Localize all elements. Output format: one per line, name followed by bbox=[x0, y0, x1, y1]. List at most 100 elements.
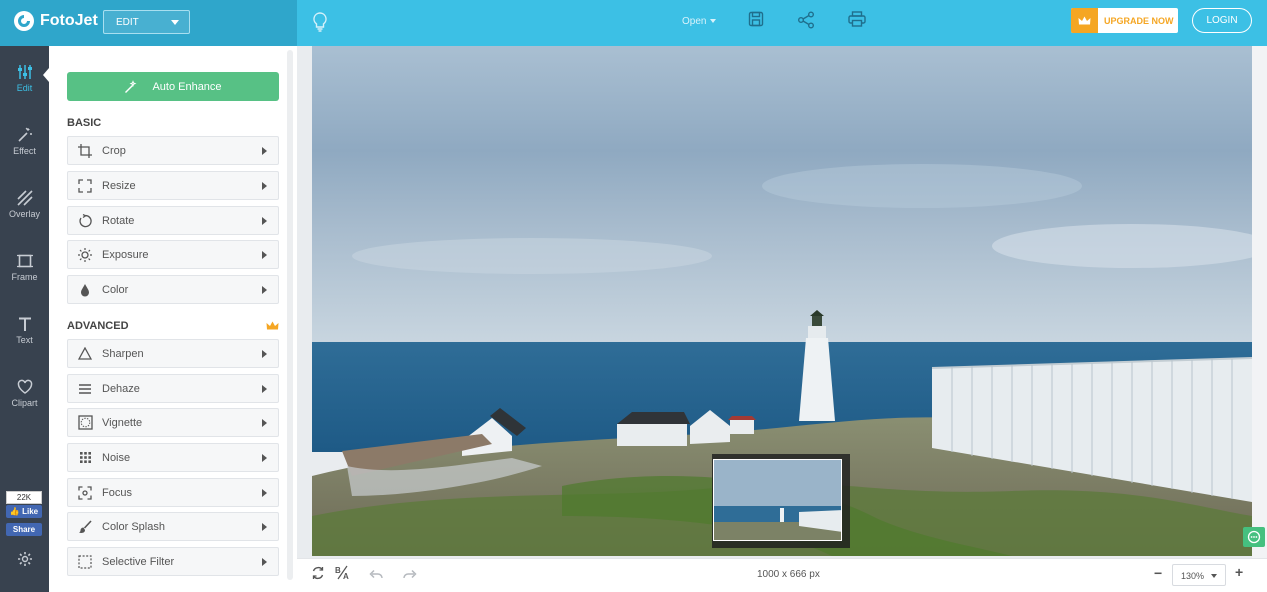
undo-icon[interactable] bbox=[368, 568, 384, 586]
chevron-down-icon bbox=[171, 20, 179, 25]
app-logo[interactable]: FotoJet bbox=[14, 11, 98, 31]
sidebar-item-overlay[interactable]: Overlay bbox=[0, 190, 49, 219]
reset-icon[interactable] bbox=[311, 566, 325, 585]
tool-dehaze[interactable]: Dehaze bbox=[67, 374, 279, 403]
logo-mark-icon bbox=[14, 11, 34, 31]
zoom-value: 130% bbox=[1181, 571, 1205, 581]
crop-icon bbox=[68, 143, 102, 158]
compare-icon[interactable]: BA bbox=[335, 565, 350, 585]
focus-icon bbox=[68, 485, 102, 500]
tool-label: Vignette bbox=[102, 416, 143, 429]
tool-resize[interactable]: Resize bbox=[67, 171, 279, 200]
basic-section-title: BASIC bbox=[67, 117, 102, 129]
chevron-right-icon bbox=[262, 522, 267, 531]
tool-label: Dehaze bbox=[102, 382, 140, 395]
mode-select-value: EDIT bbox=[116, 17, 139, 28]
chevron-down-icon bbox=[1211, 574, 1217, 578]
tool-label: Sharpen bbox=[102, 347, 144, 360]
sidebar-item-effect[interactable]: Effect bbox=[0, 127, 49, 156]
share-icon[interactable] bbox=[797, 11, 815, 34]
mode-select[interactable]: EDIT bbox=[103, 10, 190, 34]
chevron-right-icon bbox=[262, 285, 267, 294]
chevron-down-icon bbox=[710, 19, 717, 24]
sidebar-item-label: Clipart bbox=[11, 398, 38, 408]
zoom-out-button[interactable]: − bbox=[1154, 565, 1162, 581]
fb-like-count: 22K bbox=[6, 491, 42, 504]
sidebar-item-label: Text bbox=[16, 335, 33, 345]
sidebar-item-frame[interactable]: Frame bbox=[0, 253, 49, 282]
logo-text: FotoJet bbox=[40, 12, 98, 29]
tool-color-splash[interactable]: Color Splash bbox=[67, 512, 279, 541]
chevron-right-icon bbox=[262, 557, 267, 566]
zoom-select[interactable]: 130% bbox=[1172, 564, 1226, 586]
lines-icon bbox=[68, 383, 102, 395]
tool-vignette[interactable]: Vignette bbox=[67, 408, 279, 437]
tool-noise[interactable]: Noise bbox=[67, 443, 279, 472]
auto-enhance-button[interactable]: Auto Enhance bbox=[67, 72, 279, 101]
tool-color[interactable]: Color bbox=[67, 275, 279, 304]
tool-label: Color Splash bbox=[102, 520, 165, 533]
chat-icon[interactable] bbox=[1243, 527, 1265, 547]
zoom-in-button[interactable]: + bbox=[1235, 564, 1243, 580]
brush-icon bbox=[68, 519, 102, 534]
resize-icon bbox=[68, 178, 102, 193]
chevron-right-icon bbox=[262, 349, 267, 358]
drop-icon bbox=[68, 283, 102, 297]
tool-label: Color bbox=[102, 283, 129, 296]
fb-share-button[interactable]: Share bbox=[6, 523, 42, 536]
chevron-right-icon bbox=[262, 418, 267, 427]
crown-icon bbox=[1071, 8, 1098, 33]
heart-icon bbox=[17, 379, 32, 394]
chevron-right-icon bbox=[262, 488, 267, 497]
open-menu-label: Open bbox=[682, 16, 707, 27]
frame-icon bbox=[16, 254, 33, 268]
fb-like-button[interactable]: 👍 Like bbox=[6, 505, 42, 518]
tool-exposure[interactable]: Exposure bbox=[67, 240, 279, 269]
sidebar-item-label: Frame bbox=[11, 272, 38, 282]
open-menu[interactable]: Open bbox=[682, 16, 717, 27]
navigator-viewport[interactable] bbox=[713, 459, 842, 541]
chevron-right-icon bbox=[262, 453, 267, 462]
canvas-right-strip bbox=[1252, 46, 1267, 558]
sidebar-item-edit[interactable]: Edit bbox=[0, 64, 49, 93]
redo-icon[interactable] bbox=[402, 568, 418, 586]
text-icon bbox=[18, 317, 31, 331]
triangle-icon bbox=[68, 347, 102, 360]
tool-rotate[interactable]: Rotate bbox=[67, 206, 279, 235]
grid-dots-icon bbox=[68, 451, 102, 464]
chevron-right-icon bbox=[262, 216, 267, 225]
tool-focus[interactable]: Focus bbox=[67, 478, 279, 507]
print-icon[interactable] bbox=[848, 11, 866, 32]
auto-enhance-label: Auto Enhance bbox=[152, 80, 222, 93]
sidebar-item-label: Edit bbox=[16, 83, 33, 93]
login-button[interactable]: LOGIN bbox=[1192, 8, 1252, 33]
image-dimensions: 1000 x 666 px bbox=[757, 569, 820, 580]
tool-label: Crop bbox=[102, 144, 126, 157]
vignette-icon bbox=[68, 415, 102, 430]
save-icon[interactable] bbox=[748, 11, 764, 32]
gear-icon[interactable] bbox=[17, 551, 33, 572]
sun-icon bbox=[68, 247, 102, 262]
tool-label: Selective Filter bbox=[102, 555, 175, 568]
overlay-icon bbox=[16, 190, 33, 206]
magic-wand-icon bbox=[125, 79, 137, 93]
tool-label: Rotate bbox=[102, 214, 135, 227]
sidebar-item-clipart[interactable]: Clipart bbox=[0, 379, 49, 408]
svg-text:B: B bbox=[335, 566, 341, 575]
tool-sharpen[interactable]: Sharpen bbox=[67, 339, 279, 368]
tool-selective-filter[interactable]: Selective Filter bbox=[67, 547, 279, 576]
lightbulb-icon[interactable] bbox=[312, 11, 328, 38]
chevron-right-icon bbox=[262, 384, 267, 393]
upgrade-label: UPGRADE NOW bbox=[1104, 15, 1174, 26]
tool-label: Focus bbox=[102, 486, 132, 499]
advanced-section-title: ADVANCED bbox=[67, 320, 129, 332]
sidebar-item-text[interactable]: Text bbox=[0, 316, 49, 345]
fb-like-label: Like bbox=[22, 507, 39, 516]
upgrade-button[interactable]: UPGRADE NOW bbox=[1071, 8, 1178, 33]
svg-text:A: A bbox=[343, 572, 349, 580]
rotate-icon bbox=[68, 213, 102, 228]
tool-crop[interactable]: Crop bbox=[67, 136, 279, 165]
magic-wand-icon bbox=[17, 127, 32, 142]
sidebar-item-label: Effect bbox=[13, 146, 36, 156]
panel-scrollbar[interactable] bbox=[287, 50, 293, 580]
